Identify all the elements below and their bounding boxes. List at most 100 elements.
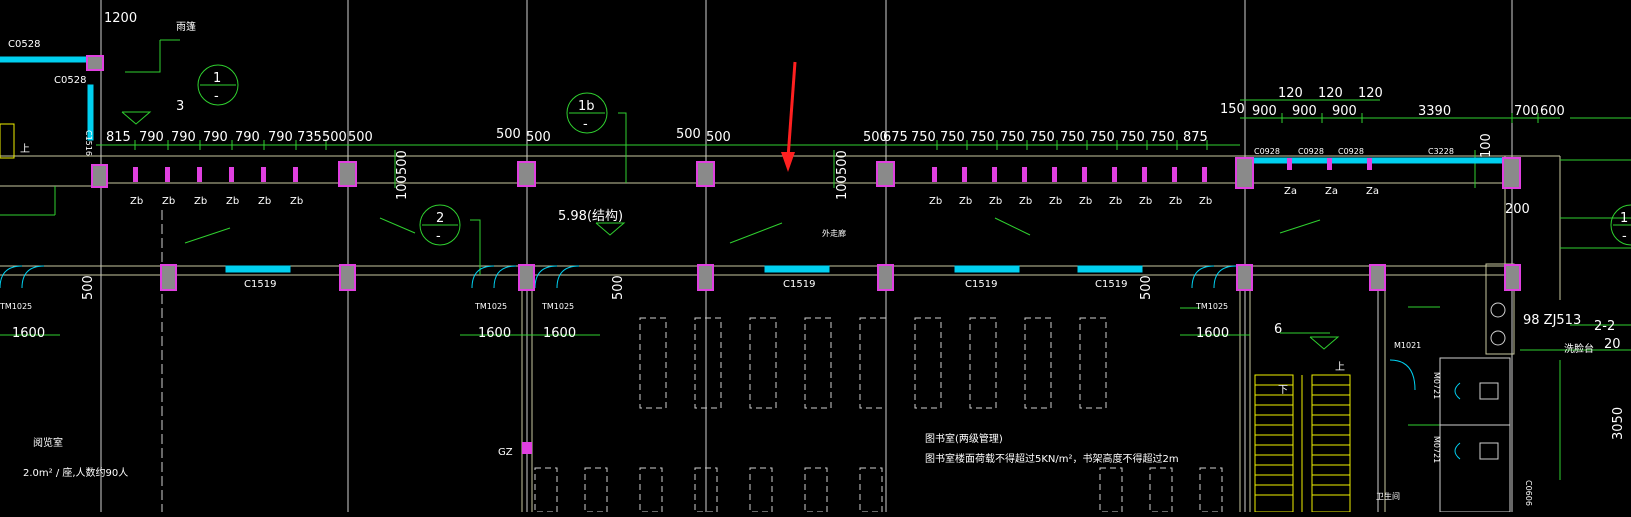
door-tm1025 [471, 265, 495, 289]
door-tag: TM1025 [474, 302, 507, 311]
dim-text: 875 [1183, 130, 1208, 145]
post-tag: Za [1366, 186, 1379, 197]
dim-text: 1600 [543, 326, 576, 341]
m1021-door-swing [1389, 359, 1416, 391]
right-dimensions: 900 900 900 3390 700 600 150 120 120 120… [104, 11, 1565, 119]
dim-text: 200 [1505, 202, 1530, 217]
window-tag: C1516 [84, 130, 93, 156]
post-tag: Za [1284, 186, 1297, 197]
dim-text: 120 [1358, 86, 1383, 101]
dim-text: 150 [1220, 102, 1245, 117]
stair-flight [1311, 374, 1351, 513]
column [338, 161, 357, 187]
dim-text: 900 [1252, 104, 1277, 119]
dim-text: 500 [526, 130, 551, 145]
window-c1519 [1077, 265, 1143, 273]
dim-text: 500 [496, 127, 521, 142]
bookshelf [914, 317, 942, 409]
wash-basin-label: 洗脸台 [1564, 342, 1594, 355]
dimension-lines [0, 39, 1631, 480]
dim-text: 750 [970, 130, 995, 145]
dim-text: 790 [235, 130, 260, 145]
arrow-line [379, 217, 416, 234]
post-tag: Zb [226, 196, 239, 207]
axis-grid-lines [100, 0, 1513, 512]
toilet-door-swing [1454, 382, 1461, 400]
section-sheet: - [1622, 229, 1627, 244]
dim-text: 500 [835, 150, 850, 175]
column [876, 161, 895, 187]
dim-text: 500 [676, 127, 701, 142]
elevation-triangle [121, 111, 152, 125]
floor-plan-drawing[interactable]: 815 790 790 790 790 790 735 500 500 500 … [0, 0, 1631, 513]
leader-line [470, 219, 481, 275]
post-tag: Zb [162, 196, 175, 207]
library-label: 图书室(两级管理) [925, 432, 1003, 445]
direction-arrows [184, 217, 1440, 426]
dim-text: 500 [395, 150, 410, 175]
arrow-line [184, 227, 231, 244]
bookshelf [639, 317, 667, 409]
elevation-marks [121, 111, 1340, 350]
door-tag: M0721 [1432, 436, 1441, 463]
post-tag: Zb [1079, 196, 1092, 207]
window-c0528 [0, 56, 91, 63]
arrow-line [994, 217, 1031, 236]
dim-text: 750 [1120, 130, 1145, 145]
cad-canvas[interactable]: 815 790 790 790 790 790 735 500 500 500 … [0, 0, 1631, 513]
elevation-triangle [1309, 336, 1340, 350]
post-tag: Za [1325, 186, 1338, 197]
dim-text: 735 [297, 130, 322, 145]
leader-line [125, 40, 161, 73]
dim-text: 1200 [104, 11, 137, 26]
door-tm1025 [1213, 265, 1237, 289]
dim-text: 500 [81, 275, 96, 300]
dim-text: 900 [1292, 104, 1317, 119]
reading-room-label: 阅览室 [33, 436, 63, 449]
column [517, 161, 536, 187]
post-tag: Zb [258, 196, 271, 207]
toilet-fixture [1479, 382, 1499, 400]
bookshelf [639, 467, 663, 513]
arrow-line [729, 222, 783, 244]
column [1236, 264, 1253, 291]
section-number: 1b [578, 99, 595, 114]
dim-text: 750 [1030, 130, 1055, 145]
toilet-label: 卫生间 [1376, 491, 1400, 501]
bookshelf [859, 317, 887, 409]
dim-text: 900 [1332, 104, 1357, 119]
bookshelf [969, 317, 997, 409]
reading-capacity-note: 2.0m² / 座,人数约90人 [23, 466, 128, 479]
canopy-label: 雨篷 [176, 20, 196, 33]
post-tag: Zb [1019, 196, 1032, 207]
standard-ref: 98 ZJ513 [1523, 313, 1581, 328]
post-tag: Zb [929, 196, 942, 207]
door-tm1025 [556, 265, 580, 289]
bookshelf [534, 467, 558, 513]
leader-line [618, 112, 627, 183]
column [696, 161, 715, 187]
bookshelf [1099, 467, 1123, 513]
post-tag: Zb [959, 196, 972, 207]
dim-text: 120 [1318, 86, 1343, 101]
column [160, 264, 177, 291]
column-gz [522, 442, 532, 454]
dim-text: 675 [883, 130, 908, 145]
toilet-area [1389, 302, 1511, 513]
post-tag: Zb [130, 196, 143, 207]
column [518, 264, 535, 291]
window-c1519 [764, 265, 830, 273]
section-sheet: - [436, 229, 441, 244]
window-tag: C0606 [1524, 480, 1533, 506]
post-tag: Zb [1199, 196, 1212, 207]
bookshelf [1199, 467, 1223, 513]
window-tag: C0928 [1254, 147, 1280, 156]
standard-sheet: 20 [1604, 337, 1621, 352]
bookshelf [804, 317, 832, 409]
door-tag: TM1025 [0, 302, 32, 311]
level-mark: 3 [176, 99, 184, 114]
post-tag: Zb [1109, 196, 1122, 207]
dim-text: 3050 [1611, 407, 1626, 440]
dim-text: 1600 [478, 326, 511, 341]
bookshelf [694, 317, 722, 409]
